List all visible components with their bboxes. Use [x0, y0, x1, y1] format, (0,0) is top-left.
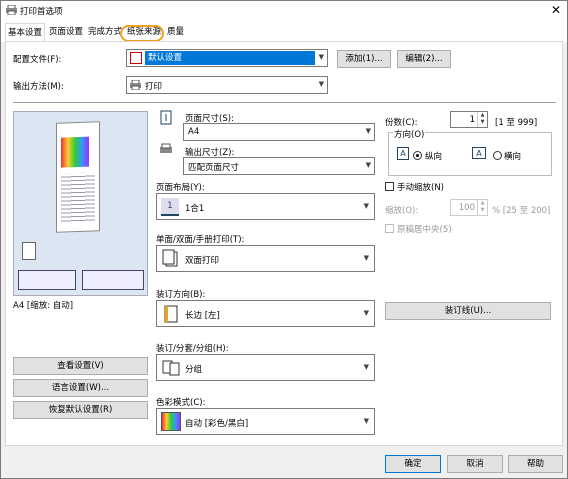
- landscape-radio[interactable]: [493, 151, 502, 160]
- page-size-combo[interactable]: A4 ▼: [183, 123, 375, 141]
- duplex-label: 单面/双面/手册打印(T):: [156, 235, 245, 245]
- preview-area: [13, 111, 148, 296]
- chevron-down-icon: ▼: [363, 254, 369, 262]
- portrait-label: 纵向: [425, 152, 443, 162]
- duplex-icon: [162, 249, 178, 267]
- profile-label: 配置文件(F):: [13, 55, 62, 65]
- page-size-icon: [160, 110, 172, 125]
- gutter-button[interactable]: 装订线(U)...: [385, 302, 551, 320]
- color-mode-combo[interactable]: 自动 [彩色/黑白] ▼: [156, 408, 375, 435]
- copies-value: 1: [469, 115, 475, 125]
- collate-label: 装订/分套/分组(H):: [156, 344, 229, 354]
- window-title: 打印首选项: [20, 7, 63, 17]
- collate-icon: [162, 360, 180, 376]
- profile-value: 默认设置: [145, 51, 315, 65]
- output-size-combo[interactable]: 匹配页面尺寸 ▼: [183, 157, 375, 175]
- tab-basic-settings[interactable]: 基本设置: [5, 23, 46, 42]
- tab-finishing[interactable]: 完成方式: [86, 25, 124, 41]
- center-original-label: 原稿居中央(5): [397, 225, 452, 235]
- add-profile-button[interactable]: 添加(1)...: [337, 50, 391, 68]
- center-original-checkbox[interactable]: [385, 224, 394, 233]
- scale-label: 缩放(O):: [385, 206, 419, 216]
- chevron-down-icon: ▼: [363, 202, 369, 210]
- chevron-down-icon: ▼: [363, 363, 369, 371]
- duplex-value: 双面打印: [185, 256, 220, 266]
- output-size-icon: [160, 143, 172, 153]
- paper-stack-icon: [22, 242, 36, 260]
- layout-num-icon: 1: [161, 198, 179, 216]
- chevron-down-icon: ▼: [318, 53, 324, 61]
- highlight-circle: [120, 25, 164, 42]
- copies-spinner[interactable]: 1 ▲ ▼: [450, 111, 488, 128]
- chevron-down-icon: ▼: [365, 161, 371, 169]
- manual-scale-checkbox[interactable]: [385, 182, 394, 191]
- landscape-icon: A: [472, 147, 486, 159]
- layout-combo[interactable]: 1 1合1 ▼: [156, 193, 375, 220]
- scale-range: % [25 至 200]: [492, 206, 551, 216]
- binding-combo[interactable]: 长边 [左] ▼: [156, 300, 375, 327]
- ok-button[interactable]: 确定: [385, 455, 441, 473]
- tab-quality[interactable]: 质量: [165, 25, 186, 41]
- cancel-button[interactable]: 取消: [447, 455, 503, 473]
- restore-defaults-button[interactable]: 恢复默认设置(R): [13, 401, 148, 419]
- collate-combo[interactable]: 分组 ▼: [156, 354, 375, 381]
- color-mode-value: 自动 [彩色/黑白]: [185, 419, 249, 429]
- output-method-value: 打印: [145, 82, 163, 92]
- scale-spinner[interactable]: 100 ▲ ▼: [450, 199, 488, 216]
- printer-icon: [130, 80, 141, 90]
- spin-arrows-icon[interactable]: ▲ ▼: [477, 112, 487, 127]
- copies-range: [1 至 999]: [495, 118, 538, 128]
- chevron-down-icon: ▼: [363, 309, 369, 317]
- close-icon[interactable]: ✕: [551, 3, 561, 17]
- output-method-combo[interactable]: 打印 ▼: [126, 76, 328, 94]
- separator: [13, 102, 556, 103]
- orientation-label: 方向(O): [393, 128, 426, 140]
- edit-profile-button[interactable]: 编辑(2)...: [397, 50, 451, 68]
- landscape-label: 横向: [504, 152, 522, 162]
- output-size-value: 匹配页面尺寸: [188, 163, 240, 173]
- portrait-radio[interactable]: [413, 151, 422, 160]
- help-button[interactable]: 帮助: [508, 455, 563, 473]
- settings-view-button[interactable]: [82, 270, 144, 290]
- layout-label: 页面布局(Y):: [156, 183, 205, 193]
- color-mode-label: 色彩模式(C):: [156, 398, 206, 408]
- binding-icon: [164, 305, 178, 323]
- binding-value: 长边 [左]: [185, 311, 220, 321]
- collate-value: 分组: [185, 365, 203, 375]
- output-method-label: 输出方法(M):: [13, 82, 64, 92]
- language-settings-button[interactable]: 语言设置(W)...: [13, 379, 148, 397]
- binding-label: 装订方向(B):: [156, 290, 206, 300]
- profile-icon: [130, 52, 142, 64]
- preview-page: [56, 121, 100, 233]
- tab-page-setup[interactable]: 页面设置: [47, 25, 85, 41]
- layout-value: 1合1: [185, 204, 205, 214]
- color-mode-icon: [161, 412, 181, 431]
- preview-text-lines: [61, 172, 95, 224]
- duplex-combo[interactable]: 双面打印 ▼: [156, 245, 375, 272]
- profile-combo[interactable]: 默认设置 ▼: [126, 49, 328, 67]
- scale-value: 100: [458, 203, 475, 213]
- spin-arrows-icon[interactable]: ▲ ▼: [477, 200, 487, 215]
- tab-bar: 基本设置 页面设置 完成方式 纸张来源 质量: [1, 20, 567, 42]
- preview-caption: A4 [缩放: 自动]: [13, 301, 74, 311]
- layout-view-button[interactable]: [18, 270, 76, 290]
- page-size-value: A4: [188, 127, 200, 137]
- preview-image: [61, 136, 89, 168]
- chevron-down-icon: ▼: [365, 127, 371, 135]
- title-bar: 打印首选项 ✕: [1, 1, 567, 20]
- view-settings-button[interactable]: 查看设置(V): [13, 357, 148, 375]
- portrait-icon: A: [397, 147, 409, 160]
- copies-label: 份数(C):: [385, 118, 418, 128]
- manual-scale-label: 手动缩放(N): [397, 183, 444, 193]
- printing-preferences-window: 打印首选项 ✕ 基本设置 页面设置 完成方式 纸张来源 质量 配置文件(F): …: [0, 0, 568, 479]
- chevron-down-icon: ▼: [363, 417, 369, 425]
- printer-icon: [6, 5, 17, 15]
- chevron-down-icon: ▼: [318, 80, 324, 88]
